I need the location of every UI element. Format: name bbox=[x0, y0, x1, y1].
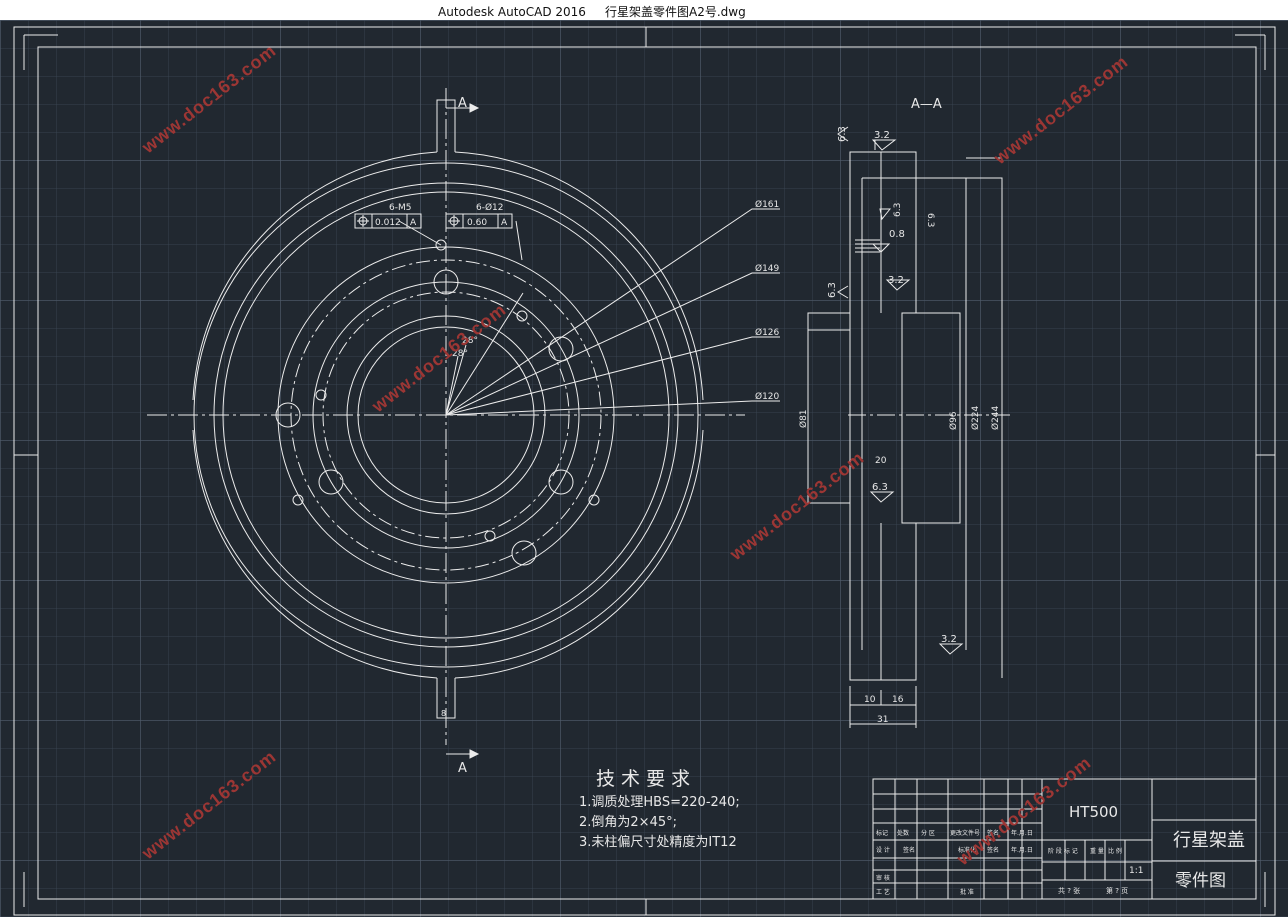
window-titlebar: Autodesk AutoCAD 2016 行星架盖零件图A2号.dwg bbox=[0, 0, 1288, 21]
tb-row2-0: 设 计 bbox=[876, 846, 890, 854]
watermark-4: www.doc163.com bbox=[725, 447, 868, 565]
dim-d161: Ø161 bbox=[755, 199, 779, 210]
section-label-top: A bbox=[458, 96, 467, 111]
part-name: 行星架盖 bbox=[1173, 830, 1245, 851]
tb-row2-4: 年.月.日 bbox=[1011, 846, 1033, 854]
dim-d126: Ø126 bbox=[755, 327, 780, 338]
watermark-3: www.doc163.com bbox=[367, 299, 510, 417]
cad-drawing[interactable]: A A 6-M5 0.012 A 6-Ø12 0.60 A Ø161 Ø149 … bbox=[0, 20, 1288, 917]
roughness-r8: 6.3 bbox=[872, 482, 888, 493]
dim-d120: Ø120 bbox=[755, 391, 780, 402]
section-label-bottom: A bbox=[458, 761, 467, 776]
app-name: Autodesk AutoCAD 2016 bbox=[438, 5, 586, 19]
tech-item-2: 2.倒角为2×45°; bbox=[579, 815, 677, 830]
tb-stage-0: 阶 段 标 记 bbox=[1048, 847, 1078, 855]
scale: 1:1 bbox=[1129, 866, 1143, 876]
tech-item-1: 1.调质处理HBS=220-240; bbox=[579, 795, 740, 810]
tech-requirements: 技 术 要 求 1.调质处理HBS=220-240; 2.倒角为2×45°; 3… bbox=[579, 768, 740, 850]
watermark-1: www.doc163.com bbox=[137, 40, 280, 158]
callout-d12-datum: A bbox=[501, 218, 508, 228]
tb-sheets-total: 共 ? 张 bbox=[1058, 886, 1080, 895]
tb-header-2: 分 区 bbox=[921, 829, 935, 837]
tb-stage-2: 比 例 bbox=[1108, 847, 1122, 855]
section-view-label: A—A bbox=[911, 97, 942, 112]
callout-m5-label: 6-M5 bbox=[389, 203, 411, 213]
callout-m5-tol: 0.012 bbox=[375, 218, 401, 228]
dim-d81: Ø81 bbox=[798, 409, 809, 428]
roughness-r1: 3.2 bbox=[874, 130, 890, 141]
section-view bbox=[807, 151, 1010, 728]
dim-d96: Ø96 bbox=[948, 411, 959, 430]
tb-stage-1: 重 量 bbox=[1090, 847, 1104, 855]
tb-row4-1: 批 准 bbox=[960, 888, 974, 896]
tb-header-0: 标记 bbox=[876, 829, 888, 837]
tb-sheets-page: 第 ? 页 bbox=[1106, 886, 1128, 895]
tech-item-3: 3.未柱偏尺寸处精度为IT12 bbox=[579, 834, 737, 850]
roughness-r5: 0.8 bbox=[889, 229, 905, 240]
roughness-r3: 6.3 bbox=[893, 203, 903, 217]
title-block: HT500 行星架盖 零件图 1:1 标记 处数 分 区 更改文件号 签名 年.… bbox=[876, 803, 1245, 896]
watermarks: www.doc163.com www.doc163.com www.doc163… bbox=[137, 40, 1132, 870]
file-name: 行星架盖零件图A2号.dwg bbox=[605, 5, 746, 19]
tb-header-1: 处数 bbox=[897, 829, 909, 837]
callout-m5-datum: A bbox=[410, 218, 417, 228]
dim-d149: Ø149 bbox=[755, 263, 780, 274]
dim-slot: 8 bbox=[441, 709, 446, 718]
dim-w31: 31 bbox=[877, 715, 888, 725]
roughness-r6: 3.2 bbox=[888, 275, 904, 286]
front-view bbox=[147, 88, 780, 759]
tb-row3-0: 审 核 bbox=[876, 874, 890, 882]
dim-w20: 20 bbox=[875, 456, 887, 466]
roughness-r9: 3.2 bbox=[941, 634, 957, 645]
tb-row2-1: 签名 bbox=[903, 846, 915, 854]
dim-d224: Ø224 bbox=[970, 405, 981, 430]
tech-title: 技 术 要 求 bbox=[596, 768, 690, 790]
callout-d12-tol: 0.60 bbox=[467, 218, 487, 228]
material: HT500 bbox=[1069, 803, 1118, 821]
dim-d244: Ø244 bbox=[990, 405, 1001, 430]
watermark-2: www.doc163.com bbox=[989, 51, 1132, 169]
dim-w10: 10 bbox=[864, 695, 876, 705]
dim-w16: 16 bbox=[892, 695, 904, 705]
roughness-r7: 6.3 bbox=[827, 282, 838, 298]
drawing-canvas[interactable]: A A 6-M5 0.012 A 6-Ø12 0.60 A Ø161 Ø149 … bbox=[0, 20, 1288, 917]
tb-row4-0: 工 艺 bbox=[876, 888, 890, 896]
callout-d12-label: 6-Ø12 bbox=[476, 202, 504, 213]
roughness-r2: 6.3 bbox=[837, 126, 848, 142]
window-title: Autodesk AutoCAD 2016 行星架盖零件图A2号.dwg bbox=[438, 3, 746, 20]
drawing-type: 零件图 bbox=[1175, 871, 1226, 891]
watermark-5: www.doc163.com bbox=[137, 746, 280, 864]
section-labels: A—A 3.2 6.3 6.3 6.3 0.8 3.2 6.3 6.3 3.2 … bbox=[798, 97, 1001, 725]
roughness-r4: 6.3 bbox=[925, 213, 935, 227]
